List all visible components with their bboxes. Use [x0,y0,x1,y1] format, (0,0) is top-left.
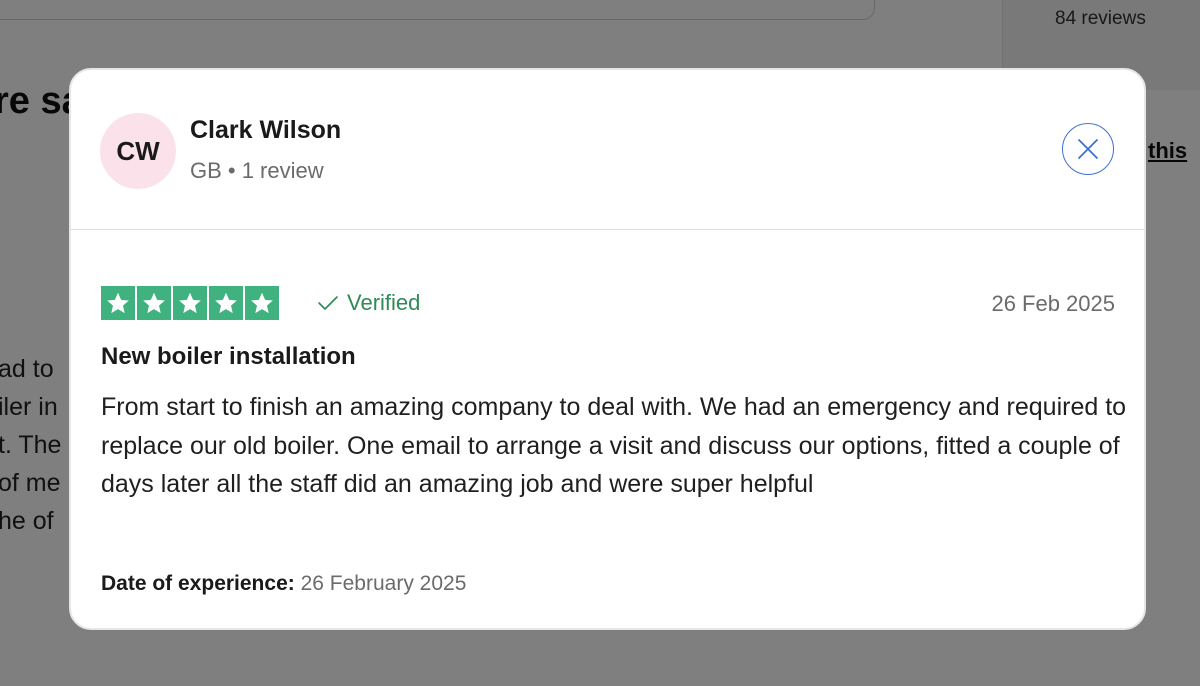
review-modal: CW Clark Wilson GB • 1 review Verified 2… [69,68,1146,630]
star-icon [137,286,171,320]
experience-label: Date of experience: [101,572,295,595]
avatar: CW [100,113,176,189]
star-icon [173,286,207,320]
review-date: 26 Feb 2025 [991,291,1115,316]
reviewer-name: Clark Wilson [190,116,342,144]
close-icon [1078,139,1098,159]
star-icon [101,286,135,320]
review-title: New boiler installation [101,343,356,370]
reviewer-meta: GB • 1 review [190,158,324,183]
close-button[interactable] [1062,123,1114,175]
star-icon [209,286,243,320]
review-body: From start to finish an amazing company … [101,393,1127,498]
star-rating [101,286,279,320]
verified-label: Verified [347,290,421,315]
experience-date: 26 February 2025 [300,572,467,595]
star-icon [245,286,279,320]
verified-badge[interactable]: Verified [317,290,420,316]
date-of-experience: Date of experience: 26 February 2025 [101,572,466,596]
checkmark-icon [318,296,338,310]
modal-header: CW Clark Wilson GB • 1 review [71,70,1144,230]
